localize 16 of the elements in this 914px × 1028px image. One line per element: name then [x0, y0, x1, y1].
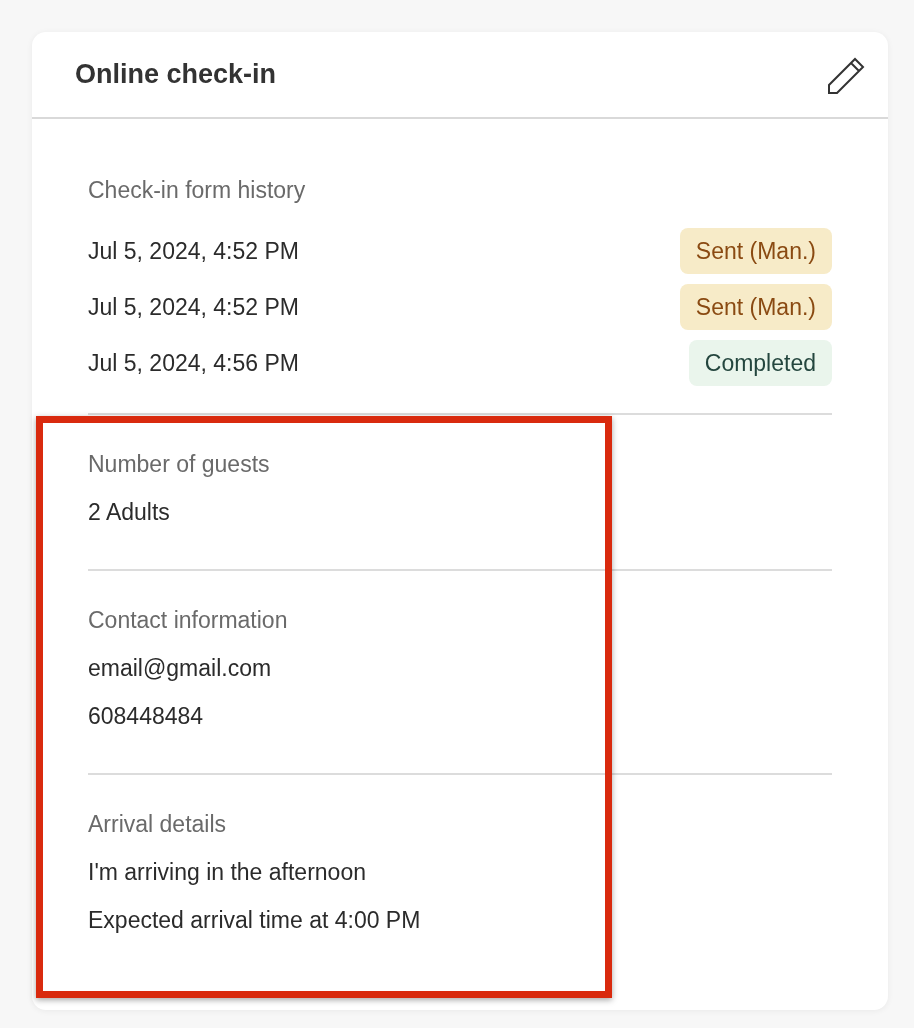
section-heading: Number of guests — [88, 450, 271, 479]
history-date: Jul 5, 2024, 4:52 PM — [88, 237, 299, 266]
card-title: Online check-in — [75, 59, 277, 90]
status-badge: Completed — [688, 340, 832, 386]
history-date: Jul 5, 2024, 4:52 PM — [88, 293, 299, 322]
section-value: I'm arriving in the afternoon — [88, 858, 367, 887]
status-badge: Sent (Man.) — [679, 228, 832, 274]
section-heading: Arrival details — [88, 810, 228, 839]
section-value: 608448484 — [88, 702, 205, 731]
section-heading: Contact information — [88, 606, 289, 635]
section-value: 2 Adults — [88, 498, 171, 527]
status-badge: Sent (Man.) — [679, 284, 832, 330]
section-value: email@gmail.com — [88, 654, 273, 683]
section-value: Expected arrival time at 4:00 PM — [88, 906, 422, 935]
history-date: Jul 5, 2024, 4:56 PM — [88, 349, 299, 378]
section-heading: Check-in form history — [88, 176, 307, 205]
